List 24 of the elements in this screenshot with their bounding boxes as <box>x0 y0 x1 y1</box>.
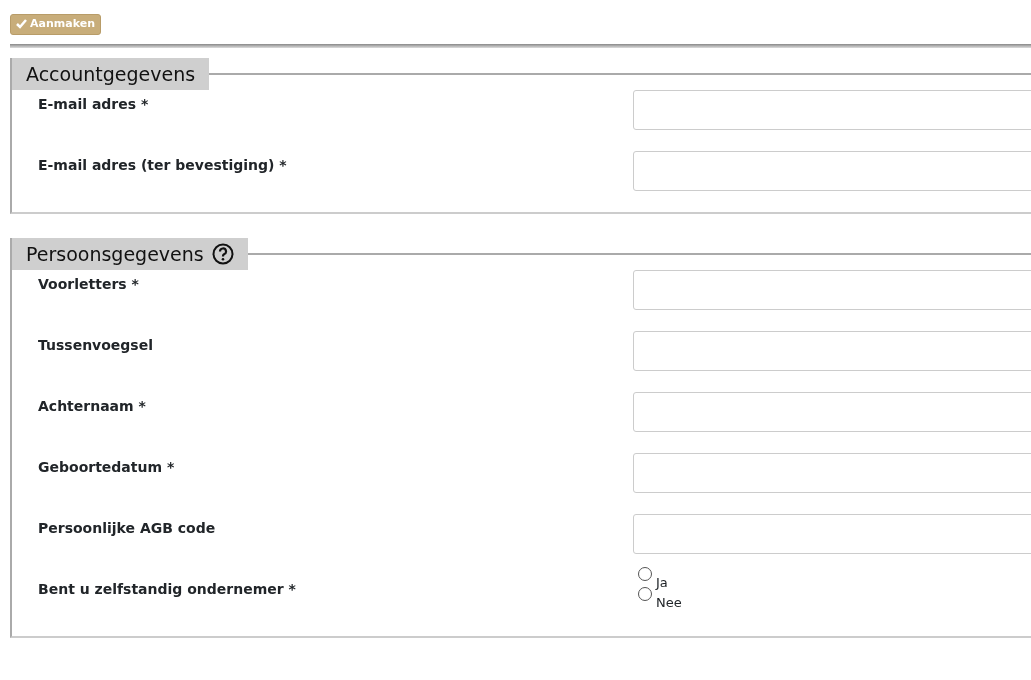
check-icon <box>16 19 27 29</box>
help-icon[interactable] <box>211 243 234 265</box>
input-field[interactable] <box>633 514 1031 554</box>
radio-button[interactable] <box>638 587 652 601</box>
section-title: Persoonsgegevens <box>26 241 204 267</box>
field-label: E-mail adres * <box>38 95 150 114</box>
field-label: Achternaam * <box>38 397 147 416</box>
field-label: Bent u zelfstandig ondernemer * <box>38 580 297 599</box>
input-field[interactable] <box>633 392 1031 432</box>
radio-label: Ja <box>656 574 668 592</box>
input-field[interactable] <box>633 151 1031 191</box>
field-label: Geboortedatum * <box>38 458 176 477</box>
field-label: Voorletters * <box>38 275 140 294</box>
input-field[interactable] <box>633 453 1031 493</box>
input-field[interactable] <box>633 90 1031 130</box>
section-title: Accountgegevens <box>26 61 196 87</box>
input-field[interactable] <box>633 331 1031 371</box>
radio-button[interactable] <box>638 567 652 581</box>
field-label: Tussenvoegsel <box>38 336 154 355</box>
radio-label: Nee <box>656 594 682 612</box>
field-label: Persoonlijke AGB code <box>38 519 217 538</box>
create-button[interactable]: Aanmaken <box>10 13 101 35</box>
field-label: E-mail adres (ter bevestiging) * <box>38 156 288 175</box>
input-field[interactable] <box>633 270 1031 310</box>
